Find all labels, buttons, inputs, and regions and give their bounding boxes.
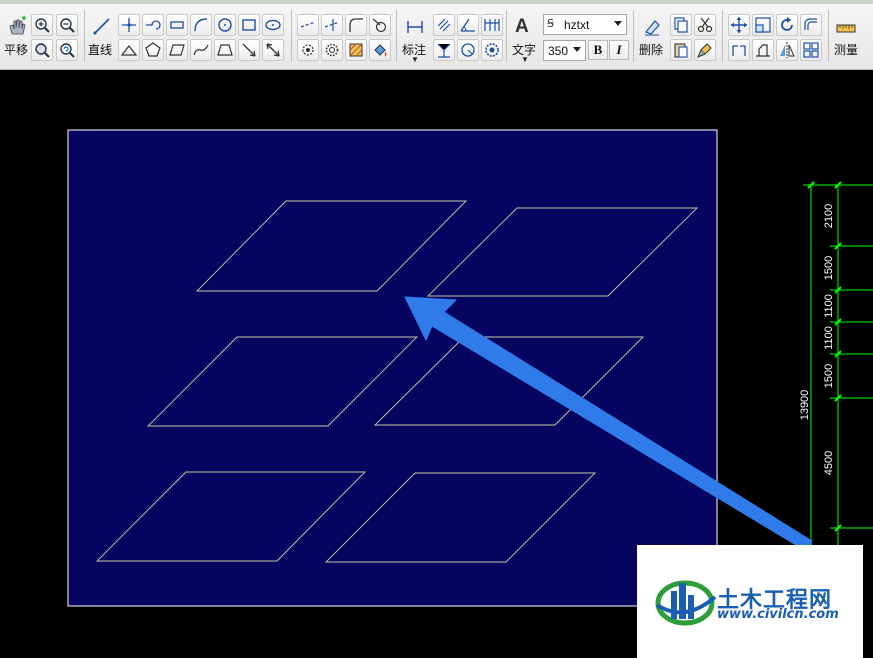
dimension-segment-text: 2100 — [823, 204, 835, 228]
dimension-segment-text: 4500 — [823, 451, 835, 475]
dimension-segment-text: 1500 — [823, 364, 835, 388]
civilcn-logo-icon — [655, 580, 717, 626]
watermark: 土木工程网 www.civilcn.com — [637, 545, 863, 658]
dimension-chain — [803, 181, 873, 560]
watermark-url: www.civilcn.com — [717, 607, 839, 622]
dimension-total-text: 13900 — [799, 390, 811, 421]
dimension-segment-text: 1500 — [823, 256, 835, 280]
dimension-segment-text: 1100 — [823, 326, 835, 350]
dimension-segment-text: 1100 — [823, 294, 835, 318]
dimension-labels: 13900 2100 1500 1100 1100 1500 4500 — [799, 204, 835, 475]
